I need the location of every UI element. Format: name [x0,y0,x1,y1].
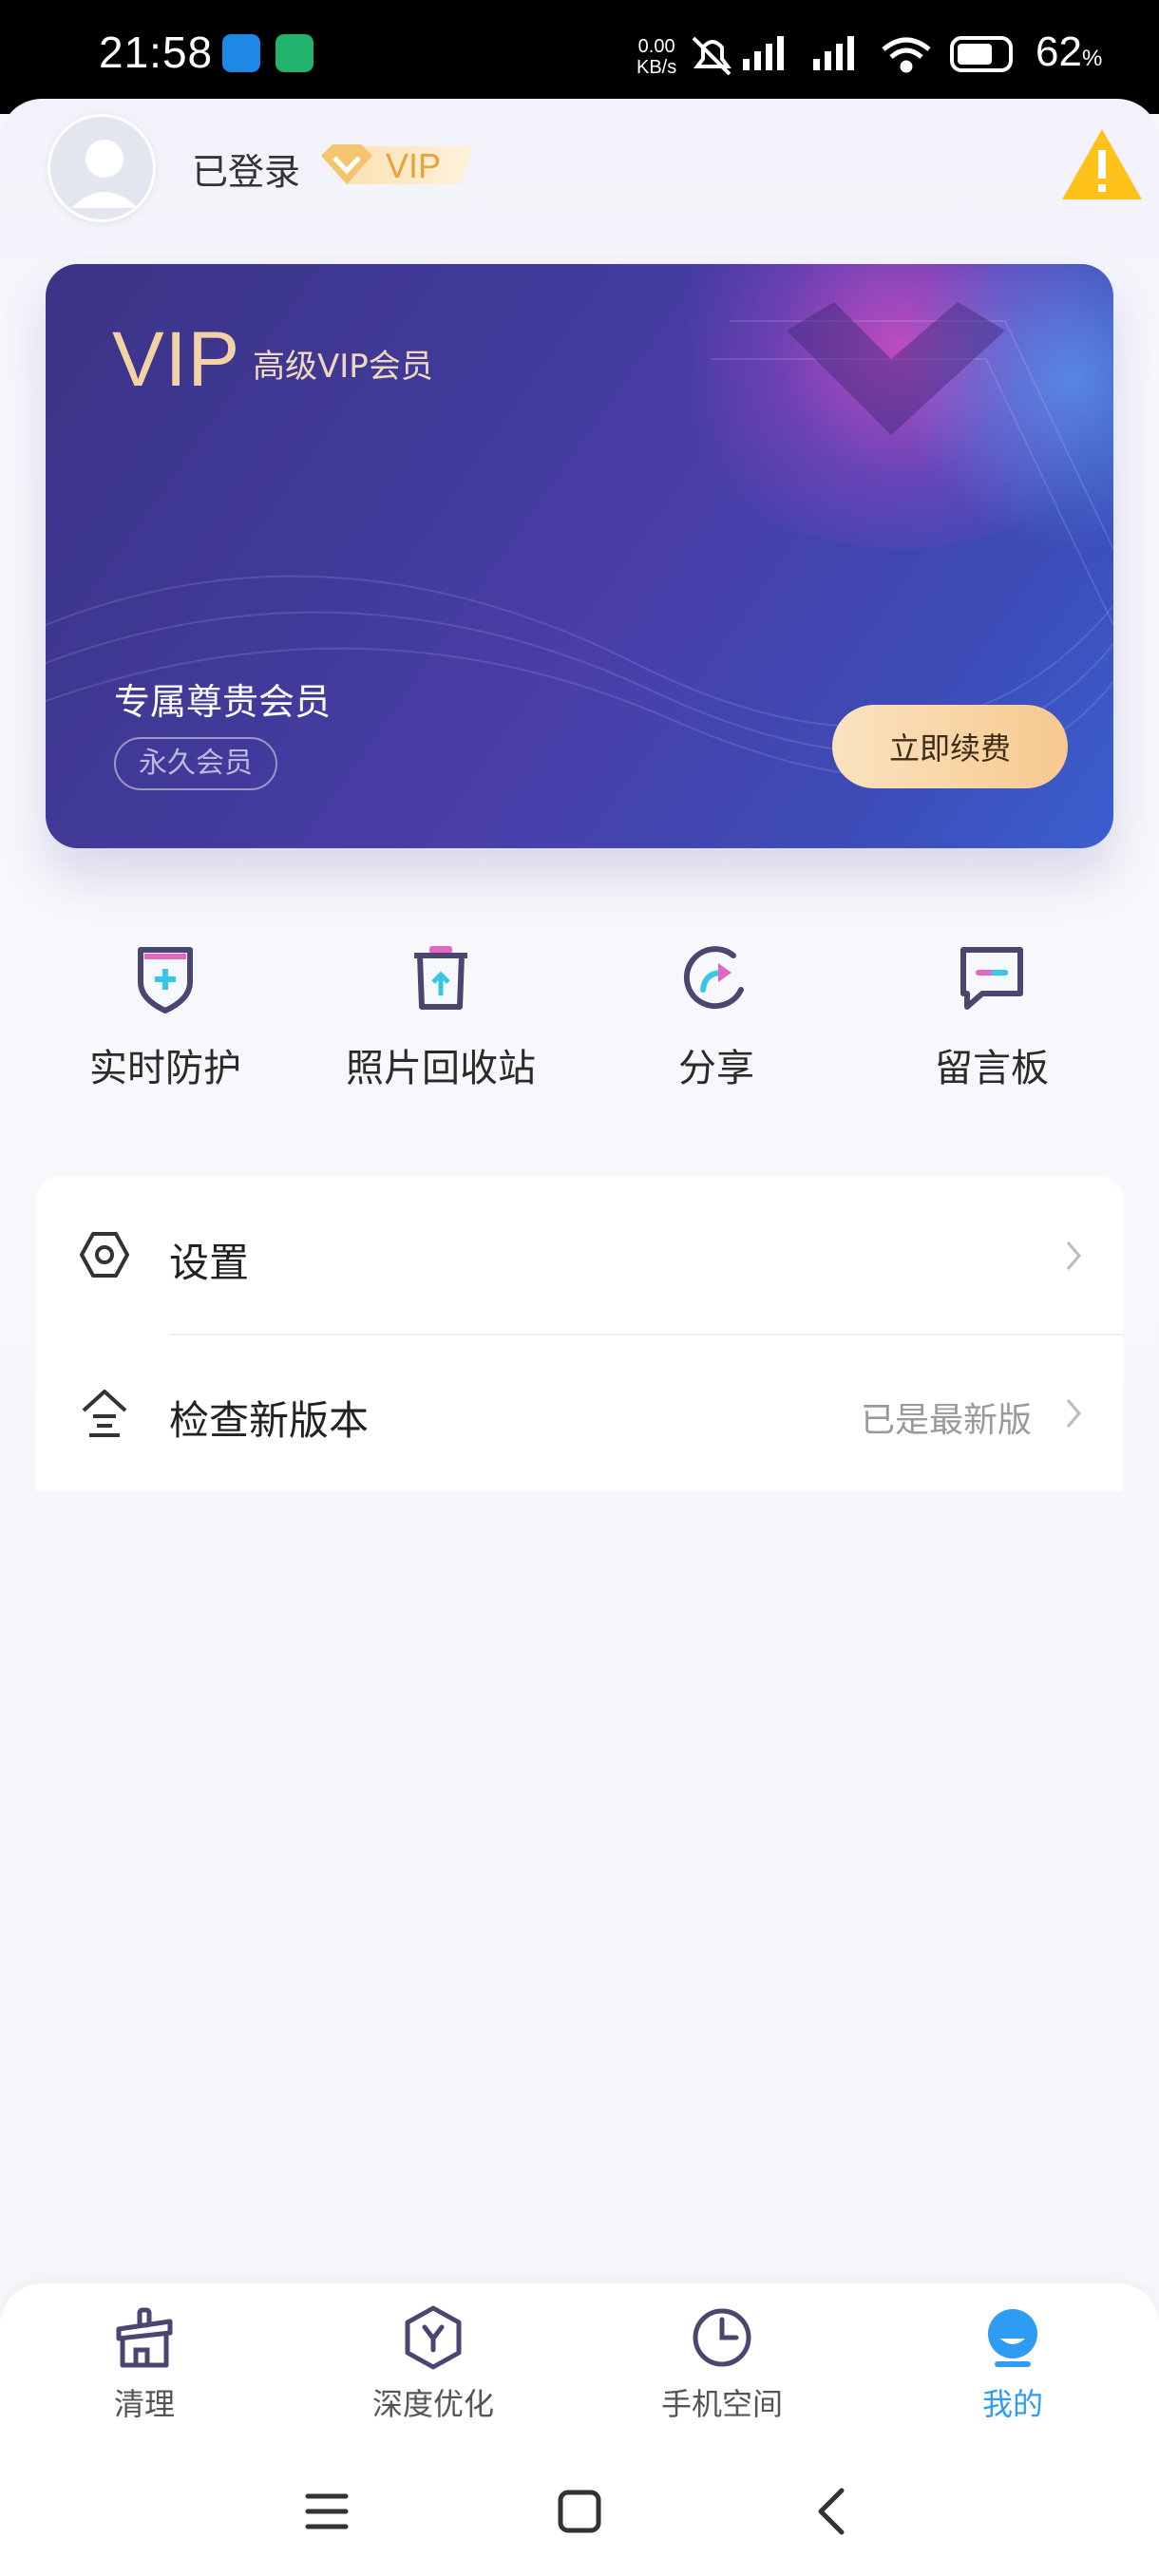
trash-icon [414,946,467,1010]
renew-button[interactable]: 立即续费 [832,705,1068,788]
bottom-nav: 清理 深度优化 手机空间 我的 [0,2283,1159,2445]
mute-icon [692,36,732,76]
home-icon[interactable] [551,2483,608,2540]
chevron-right-icon [1066,1241,1081,1270]
net-speed-value: 0.00 [637,36,675,57]
check-update-row[interactable]: 检查新版本 已是最新版 [36,1334,1123,1491]
vip-card-title: VIP [112,316,241,403]
signal-icon [813,36,854,70]
quick-action-message-board[interactable]: 留言板 [868,940,1115,1092]
quick-action-share[interactable]: 分享 [593,940,840,1092]
nav-tab-label: 我的 [981,2386,1043,2422]
nav-tab-label: 手机空间 [660,2386,783,2422]
battery-percent: 62% [1036,28,1103,75]
share-icon [683,946,744,1010]
login-status: 已登录 [192,151,301,193]
member-label: 专属尊贵会员 [114,681,332,723]
version-status: 已是最新版 [860,1401,1032,1440]
chevron-right-icon [1066,1399,1081,1428]
quick-action-realtime-protection[interactable]: 实时防护 [42,940,289,1092]
warning-icon[interactable] [1060,127,1144,203]
nav-tab-label: 深度优化 [371,2386,494,2422]
quick-action-label: 照片回收站 [346,1047,536,1090]
vip-badge: VIP [319,142,473,188]
settings-list: 设置 检查新版本 已是最新版 [36,1176,1123,1491]
status-bar: 21:58 0.00 KB/s 62% [0,0,1159,114]
nav-tab-label: 清理 [113,2386,175,2422]
nav-tab-phone-storage[interactable]: 手机空间 [618,2304,826,2424]
nav-tab-deep-optimize[interactable]: 深度优化 [329,2304,538,2424]
quick-action-photo-recycle[interactable]: 照片回收站 [317,940,564,1092]
wifi-icon [882,37,931,73]
menu-icon[interactable] [298,2483,355,2540]
avatar[interactable] [48,114,156,222]
storage-icon [693,2308,751,2367]
battery-icon [950,36,1013,72]
profile-icon [988,2309,1037,2367]
quick-action-label: 留言板 [935,1047,1049,1090]
membership-type-badge: 永久会员 [114,737,277,790]
quick-action-label: 分享 [678,1047,754,1090]
nav-tab-clean[interactable]: 清理 [40,2304,249,2424]
signal-icon [743,36,784,70]
back-icon[interactable] [806,2483,863,2540]
system-nav-bar [0,2445,1159,2576]
status-icons [692,36,1013,76]
quick-action-label: 实时防护 [89,1047,241,1090]
clean-icon [116,2307,173,2368]
app-icon-bird [222,34,260,72]
vip-badge-label: VIP [386,146,442,185]
check-update-label: 检查新版本 [169,1397,370,1444]
settings-row[interactable]: 设置 [36,1176,1123,1335]
vip-card-subtitle: 高级VIP会员 [253,348,433,386]
hexagon-settings-icon [80,1232,129,1278]
shield-icon [138,947,193,1013]
net-speed-unit: KB/s [636,57,677,78]
app-icon-green [276,34,314,72]
vip-card: VIP 高级VIP会员 专属尊贵会员 永久会员 立即续费 [46,264,1113,848]
nav-tab-mine[interactable]: 我的 [908,2304,1117,2424]
message-icon [960,947,1023,1010]
update-icon [82,1390,127,1437]
optimize-icon [405,2305,462,2370]
settings-label: 设置 [169,1240,250,1286]
status-time: 21:58 [99,28,214,77]
net-speed: 0.00 KB/s [636,36,676,78]
